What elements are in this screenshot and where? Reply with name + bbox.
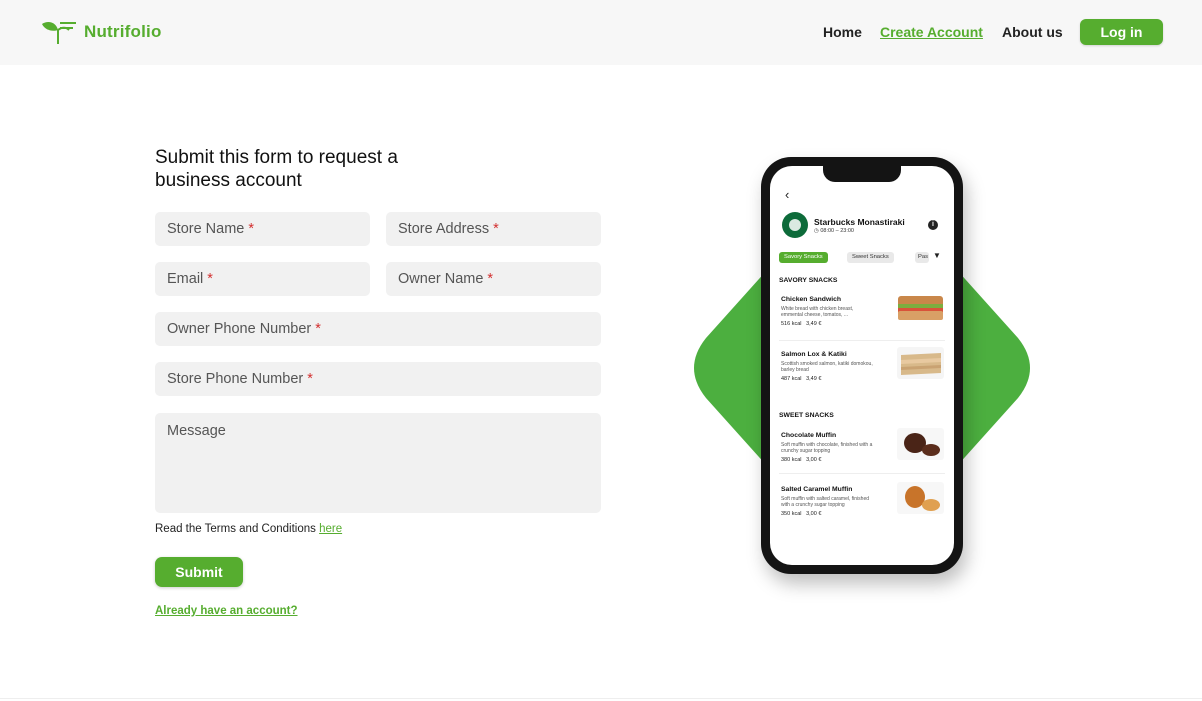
terms-link[interactable]: here — [319, 523, 342, 535]
phone-mockup: ‹ Starbucks Monastiraki ◷ 08:00 – 23:00 … — [761, 157, 963, 574]
store-phone-placeholder: Store Phone Number — [167, 371, 304, 387]
message-placeholder: Message — [167, 423, 226, 439]
email-field[interactable]: Email * — [155, 262, 370, 296]
footer-divider — [0, 698, 1202, 699]
store-address-field[interactable]: Store Address * — [386, 212, 601, 246]
brand-name: Nutrifolio — [84, 22, 162, 41]
leaf-logo-icon — [42, 22, 76, 44]
required-mark: * — [207, 271, 213, 287]
phone-screen: ‹ Starbucks Monastiraki ◷ 08:00 – 23:00 … — [770, 166, 954, 565]
phone-notch — [823, 166, 901, 182]
email-placeholder: Email — [167, 271, 204, 287]
message-textarea[interactable]: Message — [155, 413, 601, 513]
item-price-value: 3,49 € — [806, 376, 822, 383]
item-kcal: 516 kcal — [781, 321, 802, 328]
divider — [779, 340, 945, 341]
menu-item: Salted Caramel Muffin Soft muffin with s… — [781, 482, 947, 518]
owner-phone-placeholder: Owner Phone Number — [167, 321, 312, 337]
required-mark: * — [487, 271, 494, 287]
section-heading-savory: SAVORY SNACKS — [779, 277, 838, 284]
nav-create-account-link[interactable]: Create Account — [880, 24, 983, 40]
chevron-left-icon: ‹ — [785, 187, 790, 202]
terms-text: Read the Terms and Conditions here — [155, 523, 342, 535]
menu-item: Salmon Lox & Katiki Scottish smoked salm… — [781, 347, 947, 383]
menu-item: Chocolate Muffin Soft muffin with chocol… — [781, 428, 947, 464]
owner-name-field[interactable]: Owner Name * — [386, 262, 601, 296]
store-address-placeholder: Store Address — [398, 221, 490, 237]
divider — [779, 473, 945, 474]
chocolate-muffin-image — [897, 428, 944, 460]
required-mark: * — [315, 321, 321, 337]
item-description: Soft muffin with chocolate, finished wit… — [781, 442, 873, 455]
tab-sweet-snacks: Sweet Snacks — [847, 252, 894, 263]
filter-icon: ▼ — [933, 251, 941, 260]
salmon-sandwich-image — [897, 347, 944, 379]
store-name-field[interactable]: Store Name * — [155, 212, 370, 246]
top-navigation-bar: Nutrifolio Home Create Account About us … — [0, 0, 1202, 65]
menu-item: Chicken Sandwich White bread with chicke… — [781, 296, 947, 327]
form-title: Submit this form to request a business a… — [155, 147, 398, 191]
item-description: Soft muffin with salted caramel, finishe… — [781, 496, 870, 509]
store-name: Starbucks Monastiraki — [814, 217, 905, 227]
already-have-account-link[interactable]: Already have an account? — [155, 605, 298, 617]
brand[interactable]: Nutrifolio — [38, 18, 162, 46]
item-description: Scottish smoked salmon, katiki domokou, … — [781, 361, 873, 374]
store-hours: ◷ 08:00 – 23:00 — [814, 228, 854, 234]
store-phone-field[interactable]: Store Phone Number * — [155, 362, 601, 396]
login-button[interactable]: Log in — [1080, 19, 1163, 45]
store-name-placeholder: Store Name — [167, 221, 245, 237]
section-heading-sweet: SWEET SNACKS — [779, 412, 834, 419]
info-icon: i — [928, 220, 938, 230]
terms-label: Read the Terms and Conditions — [155, 523, 320, 535]
submit-button[interactable]: Submit — [155, 557, 243, 587]
item-kcal: 380 kcal — [781, 457, 802, 464]
store-logo — [782, 212, 808, 238]
sandwich-image — [898, 296, 943, 320]
item-price-value: 3,00 € — [806, 457, 822, 464]
item-price-value: 3,49 € — [806, 321, 822, 328]
owner-name-placeholder: Owner Name — [398, 271, 484, 287]
required-mark: * — [248, 221, 255, 237]
required-mark: * — [307, 371, 313, 387]
nav-about-link[interactable]: About us — [1002, 24, 1063, 40]
item-description: White bread with chicken breast, emmenta… — [781, 306, 854, 319]
nav-home-link[interactable]: Home — [823, 24, 862, 40]
tab-savory-snacks: Savory Snacks — [779, 252, 828, 263]
item-kcal: 487 kcal — [781, 376, 802, 383]
item-kcal: 350 kcal — [781, 511, 802, 518]
item-price-value: 3,00 € — [806, 511, 822, 518]
caramel-muffin-image — [897, 482, 944, 514]
owner-phone-field[interactable]: Owner Phone Number * — [155, 312, 601, 346]
tab-pastries: Pas — [915, 252, 929, 263]
required-mark: * — [493, 221, 499, 237]
store-hours-value: 08:00 – 23:00 — [820, 228, 854, 234]
